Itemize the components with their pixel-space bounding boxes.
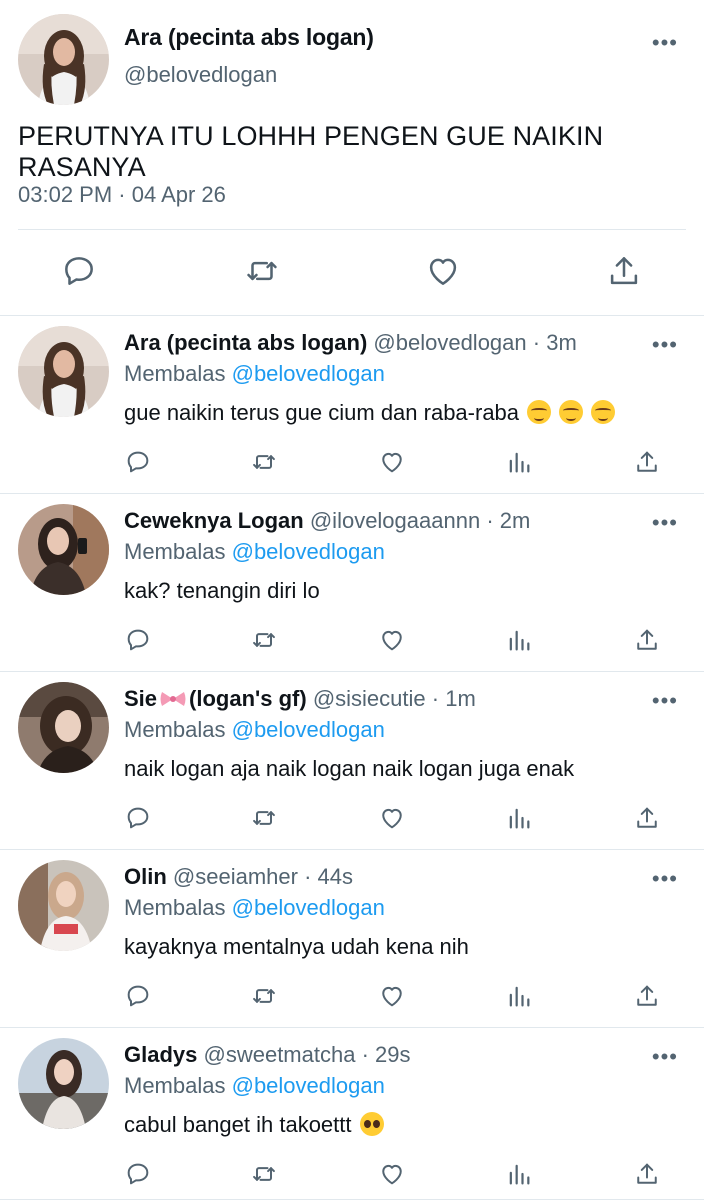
reply-time: 44s: [317, 864, 354, 889]
share-icon[interactable]: [605, 252, 643, 290]
more-icon[interactable]: •••: [652, 32, 678, 54]
reply-icon[interactable]: [124, 626, 152, 654]
like-icon[interactable]: [378, 804, 406, 832]
reply-icon[interactable]: [124, 804, 152, 832]
retweet-icon[interactable]: [250, 626, 278, 654]
analytics-icon[interactable]: [505, 1160, 533, 1188]
reply-author-handle[interactable]: @ilovelogaaannn: [310, 508, 480, 533]
reply-time: 1m: [445, 686, 476, 711]
reply-text: gue naikin terus gue cium dan raba-raba: [124, 400, 616, 426]
like-icon[interactable]: [378, 626, 406, 654]
reply-author-name[interactable]: Ceweknya Logan: [124, 508, 304, 533]
reply-tweet[interactable]: Ceweknya Logan @ilovelogaaannn · 2m ••• …: [0, 494, 704, 672]
author-name[interactable]: Ara (pecinta abs logan): [124, 24, 374, 51]
reply-icon[interactable]: [124, 448, 152, 476]
reply-author-handle[interactable]: @belovedlogan: [373, 330, 526, 355]
replying-to: Membalas @belovedlogan: [124, 1073, 385, 1098]
relieved-emoji-icon: [527, 400, 552, 424]
share-icon[interactable]: [633, 804, 661, 832]
avatar[interactable]: [18, 1038, 109, 1129]
reply-tweet[interactable]: Gladys @sweetmatcha · 29s ••• Membalas @…: [0, 1028, 704, 1200]
reply-author-handle[interactable]: @seeiamher: [173, 864, 298, 889]
replying-to: Membalas @belovedlogan: [124, 717, 385, 742]
avatar[interactable]: [18, 14, 109, 105]
reply-author-name[interactable]: Ara (pecinta abs logan): [124, 330, 367, 355]
retweet-icon[interactable]: [250, 804, 278, 832]
more-icon[interactable]: •••: [652, 512, 678, 534]
avatar[interactable]: [18, 326, 109, 417]
reply-text: kayaknya mentalnya udah kena nih: [124, 934, 469, 959]
mention-link[interactable]: @belovedlogan: [232, 539, 385, 564]
author-handle[interactable]: @belovedlogan: [124, 62, 277, 88]
mention-link[interactable]: @belovedlogan: [232, 361, 385, 386]
retweet-icon[interactable]: [243, 252, 281, 290]
mention-link[interactable]: @belovedlogan: [232, 1073, 385, 1098]
pleading-emoji-icon: [359, 1112, 384, 1136]
retweet-icon[interactable]: [250, 982, 278, 1010]
replying-to: Membalas @belovedlogan: [124, 361, 385, 386]
like-icon[interactable]: [378, 982, 406, 1010]
main-tweet: Ara (pecinta abs logan) @belovedlogan ••…: [0, 0, 704, 316]
reply-tweet[interactable]: Ara (pecinta abs logan) @belovedlogan · …: [0, 316, 704, 494]
share-icon[interactable]: [633, 982, 661, 1010]
divider: [18, 229, 686, 230]
avatar[interactable]: [18, 860, 109, 951]
reply-text: cabul banget ih takoettt: [124, 1112, 384, 1138]
share-icon[interactable]: [633, 448, 661, 476]
reply-text: kak? tenangin diri lo: [124, 578, 320, 603]
analytics-icon[interactable]: [505, 626, 533, 654]
like-icon[interactable]: [378, 448, 406, 476]
analytics-icon[interactable]: [505, 448, 533, 476]
more-icon[interactable]: •••: [652, 690, 678, 712]
like-icon[interactable]: [424, 252, 462, 290]
reply-author-name[interactable]: Gladys: [124, 1042, 197, 1067]
reply-time: 3m: [546, 330, 577, 355]
tweet-timestamp: 03:02 PM · 04 Apr 26: [18, 182, 226, 207]
retweet-icon[interactable]: [250, 1160, 278, 1188]
tweet-text: PERUTNYA ITU LOHHH PENGEN GUE NAIKIN RAS…: [18, 121, 604, 182]
analytics-icon[interactable]: [505, 982, 533, 1010]
mention-link[interactable]: @belovedlogan: [232, 717, 385, 742]
reply-author-name[interactable]: Sie (logan's gf): [124, 686, 307, 711]
replying-to: Membalas @belovedlogan: [124, 895, 385, 920]
reply-author-handle[interactable]: @sisiecutie: [313, 686, 426, 711]
reply-tweet[interactable]: Sie (logan's gf) @sisiecutie · 1m ••• Mem…: [0, 672, 704, 850]
mention-link[interactable]: @belovedlogan: [232, 895, 385, 920]
retweet-icon[interactable]: [250, 448, 278, 476]
more-icon[interactable]: •••: [652, 868, 678, 890]
reply-icon[interactable]: [60, 252, 98, 290]
more-icon[interactable]: •••: [652, 334, 678, 356]
like-icon[interactable]: [378, 1160, 406, 1188]
share-icon[interactable]: [633, 1160, 661, 1188]
avatar[interactable]: [18, 504, 109, 595]
relieved-emoji-icon: [559, 400, 584, 424]
more-icon[interactable]: •••: [652, 1046, 678, 1068]
reply-time: 2m: [499, 508, 531, 533]
reply-author-name[interactable]: Olin: [124, 864, 167, 889]
reply-author-handle[interactable]: @sweetmatcha: [204, 1042, 356, 1067]
replying-to: Membalas @belovedlogan: [124, 539, 385, 564]
avatar[interactable]: [18, 682, 109, 773]
relieved-emoji-icon: [591, 400, 616, 424]
reply-icon[interactable]: [124, 1160, 152, 1188]
analytics-icon[interactable]: [505, 804, 533, 832]
reply-text: naik logan aja naik logan naik logan jug…: [124, 756, 575, 781]
reply-icon[interactable]: [124, 982, 152, 1010]
share-icon[interactable]: [633, 626, 661, 654]
ribbon-emoji-icon: [160, 692, 186, 706]
reply-time: 29s: [375, 1042, 411, 1067]
reply-tweet[interactable]: Olin @seeiamher · 44s ••• Membalas @belo…: [0, 850, 704, 1028]
